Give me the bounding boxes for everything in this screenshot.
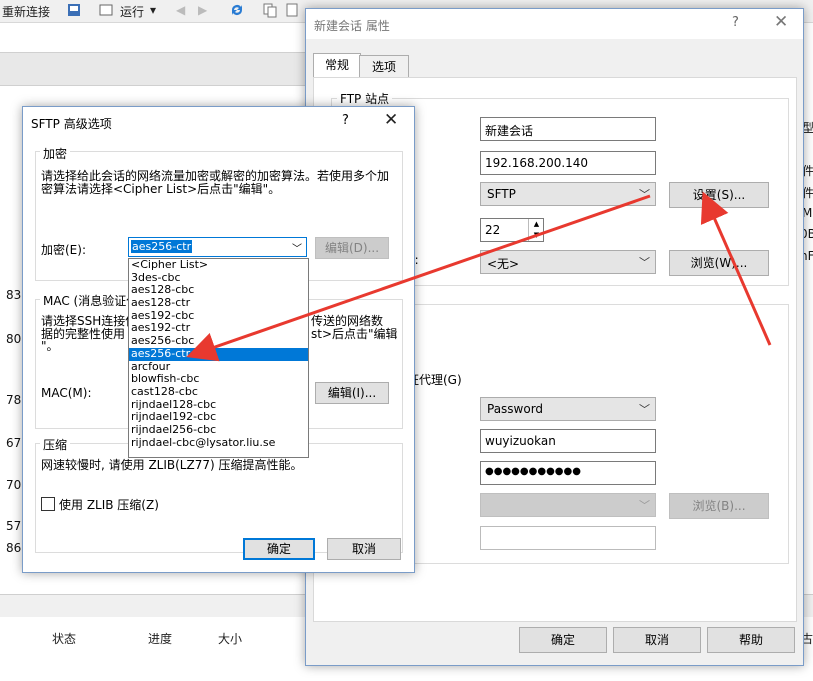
arrow-to-settings [700, 191, 772, 346]
annotation-arrows [186, 191, 772, 362]
arrow-to-cipher [186, 194, 651, 362]
